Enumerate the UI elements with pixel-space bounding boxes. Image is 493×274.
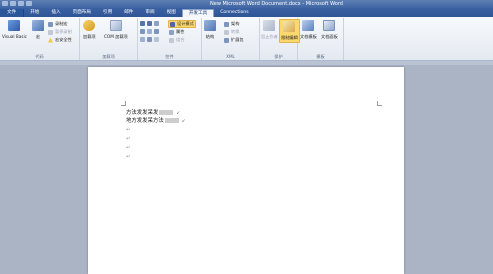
- title-bar: New Microsoft Word Document.docx - Micro…: [0, 0, 493, 8]
- record-macro-button[interactable]: 录制宏: [48, 21, 68, 27]
- properties-icon: [169, 29, 174, 35]
- group-code: Visual Basic 宏 录制宏 暂停录制 宏安全性 代码: [0, 18, 80, 60]
- group-protect: 阻止作者 限制编辑 保护: [260, 18, 300, 60]
- margin-corner-top-left: [121, 101, 126, 106]
- group-label-templates: 模板: [316, 54, 325, 59]
- tab-home[interactable]: 开始: [24, 9, 45, 17]
- line-2-text: 地方发发呆方法: [126, 118, 164, 124]
- document-panel-icon: [323, 20, 336, 31]
- design-mode-button[interactable]: 设计模式: [168, 20, 196, 28]
- expansion-pack-button[interactable]: 扩展包: [224, 37, 244, 43]
- tab-connections[interactable]: Connections: [214, 9, 254, 17]
- calendar-icon: [140, 37, 145, 42]
- group-controls: 设计模式 属性 组合 控件: [138, 18, 202, 60]
- addins-icon: [83, 20, 96, 31]
- record-macro-icon: [48, 21, 53, 27]
- workspace-top-strip: [0, 61, 493, 65]
- group-label-addins: 加载项: [102, 54, 115, 59]
- paragraph-mark: ↵: [126, 127, 131, 133]
- macros-icon: [32, 20, 44, 31]
- block-authors-button[interactable]: 阻止作者: [261, 20, 278, 40]
- group-icon: [169, 37, 174, 43]
- text-control-icon: [140, 21, 145, 26]
- block-authors-icon: [263, 20, 276, 31]
- tab-view[interactable]: 视图: [161, 9, 182, 17]
- ribbon: Visual Basic 宏 录制宏 暂停录制 宏安全性 代码 加载项 COM …: [0, 17, 493, 61]
- design-mode-icon: [170, 21, 175, 27]
- visual-basic-button[interactable]: Visual Basic: [2, 20, 27, 39]
- document-panel-button[interactable]: 文档面板: [321, 20, 338, 40]
- window-title: New Microsoft Word Document.docx - Micro…: [210, 1, 343, 7]
- properties-button[interactable]: 属性: [169, 29, 184, 35]
- group-label-controls: 控件: [165, 54, 174, 59]
- structure-icon: [204, 20, 216, 31]
- expansion-pack-icon: [224, 37, 229, 43]
- schema-icon: [224, 21, 229, 27]
- schema-button[interactable]: 架构: [224, 21, 239, 27]
- tab-insert[interactable]: 插入: [45, 9, 66, 17]
- line-1-text: 方法发发呆发: [126, 110, 159, 116]
- field-mark-2: ↙: [181, 119, 186, 124]
- macro-security-button[interactable]: 宏安全性: [48, 37, 72, 43]
- group-button[interactable]: 组合: [169, 37, 184, 43]
- structure-button[interactable]: 结构: [204, 20, 216, 40]
- transform-button[interactable]: 转换: [224, 29, 239, 35]
- pause-icon: [48, 29, 53, 35]
- field-mark-1: ↙: [176, 111, 181, 116]
- document-template-icon: [302, 20, 315, 31]
- rich-text-control[interactable]: [140, 21, 159, 26]
- paragraph-mark: ↵: [126, 136, 131, 142]
- building-block-icon: [140, 29, 145, 34]
- picture-control-icon: [154, 21, 159, 26]
- macros-button[interactable]: 宏: [32, 20, 44, 40]
- dropdown-list-icon: [154, 29, 159, 34]
- document-template-button[interactable]: 文档模板: [300, 20, 317, 40]
- group-addins: 加载项 COM 加载项 加载项: [80, 18, 138, 60]
- content-control-field-2[interactable]: [164, 118, 179, 123]
- tab-page-layout[interactable]: 页面布局: [67, 9, 97, 17]
- group-label-xml: XML: [226, 54, 235, 59]
- building-block-control[interactable]: [140, 29, 159, 34]
- restrict-editing-button[interactable]: 限制编辑: [279, 19, 300, 43]
- document-line-1[interactable]: 方法发发呆发 ↙: [126, 110, 180, 117]
- ribbon-tabs: 文件 开始 插入 页面布局 引用 邮件 审阅 视图 开发工具 Connectio…: [0, 8, 493, 17]
- pause-recording-button[interactable]: 暂停录制: [48, 29, 72, 35]
- transform-icon: [224, 29, 229, 35]
- legacy-tools-icon: [154, 37, 159, 42]
- tab-mailings[interactable]: 邮件: [118, 9, 139, 17]
- checkbox-control-icon: [147, 37, 152, 42]
- group-templates: 文档模板 文档面板 模板: [298, 18, 344, 60]
- document-page[interactable]: 方法发发呆发 ↙ 地方发发呆方法 ↙ ↵ ↵ ↵ ↵: [88, 67, 404, 274]
- tab-review[interactable]: 审阅: [139, 9, 160, 17]
- group-xml: 结构 架构 转换 扩展包 XML: [202, 18, 260, 60]
- date-picker-control[interactable]: [140, 37, 159, 42]
- tab-developer[interactable]: 开发工具: [181, 9, 215, 17]
- tab-file[interactable]: 文件: [0, 9, 25, 17]
- plain-text-control-icon: [147, 21, 152, 26]
- addins-button[interactable]: 加载项: [83, 20, 96, 40]
- group-label-protect: 保护: [274, 54, 283, 59]
- margin-corner-top-right: [377, 101, 382, 106]
- com-addins-icon: [109, 20, 122, 31]
- warning-icon: [48, 37, 53, 43]
- restrict-editing-icon: [283, 21, 296, 32]
- visual-basic-icon: [8, 20, 21, 31]
- tab-references[interactable]: 引用: [97, 9, 118, 17]
- content-control-field-1[interactable]: [159, 110, 174, 115]
- group-label-code: 代码: [35, 54, 44, 59]
- combo-box-icon: [147, 29, 152, 34]
- paragraph-mark: ↵: [126, 145, 131, 151]
- document-line-2[interactable]: 地方发发呆方法 ↙: [126, 118, 186, 125]
- paragraph-mark: ↵: [126, 154, 131, 160]
- com-addins-button[interactable]: COM 加载项: [104, 20, 128, 40]
